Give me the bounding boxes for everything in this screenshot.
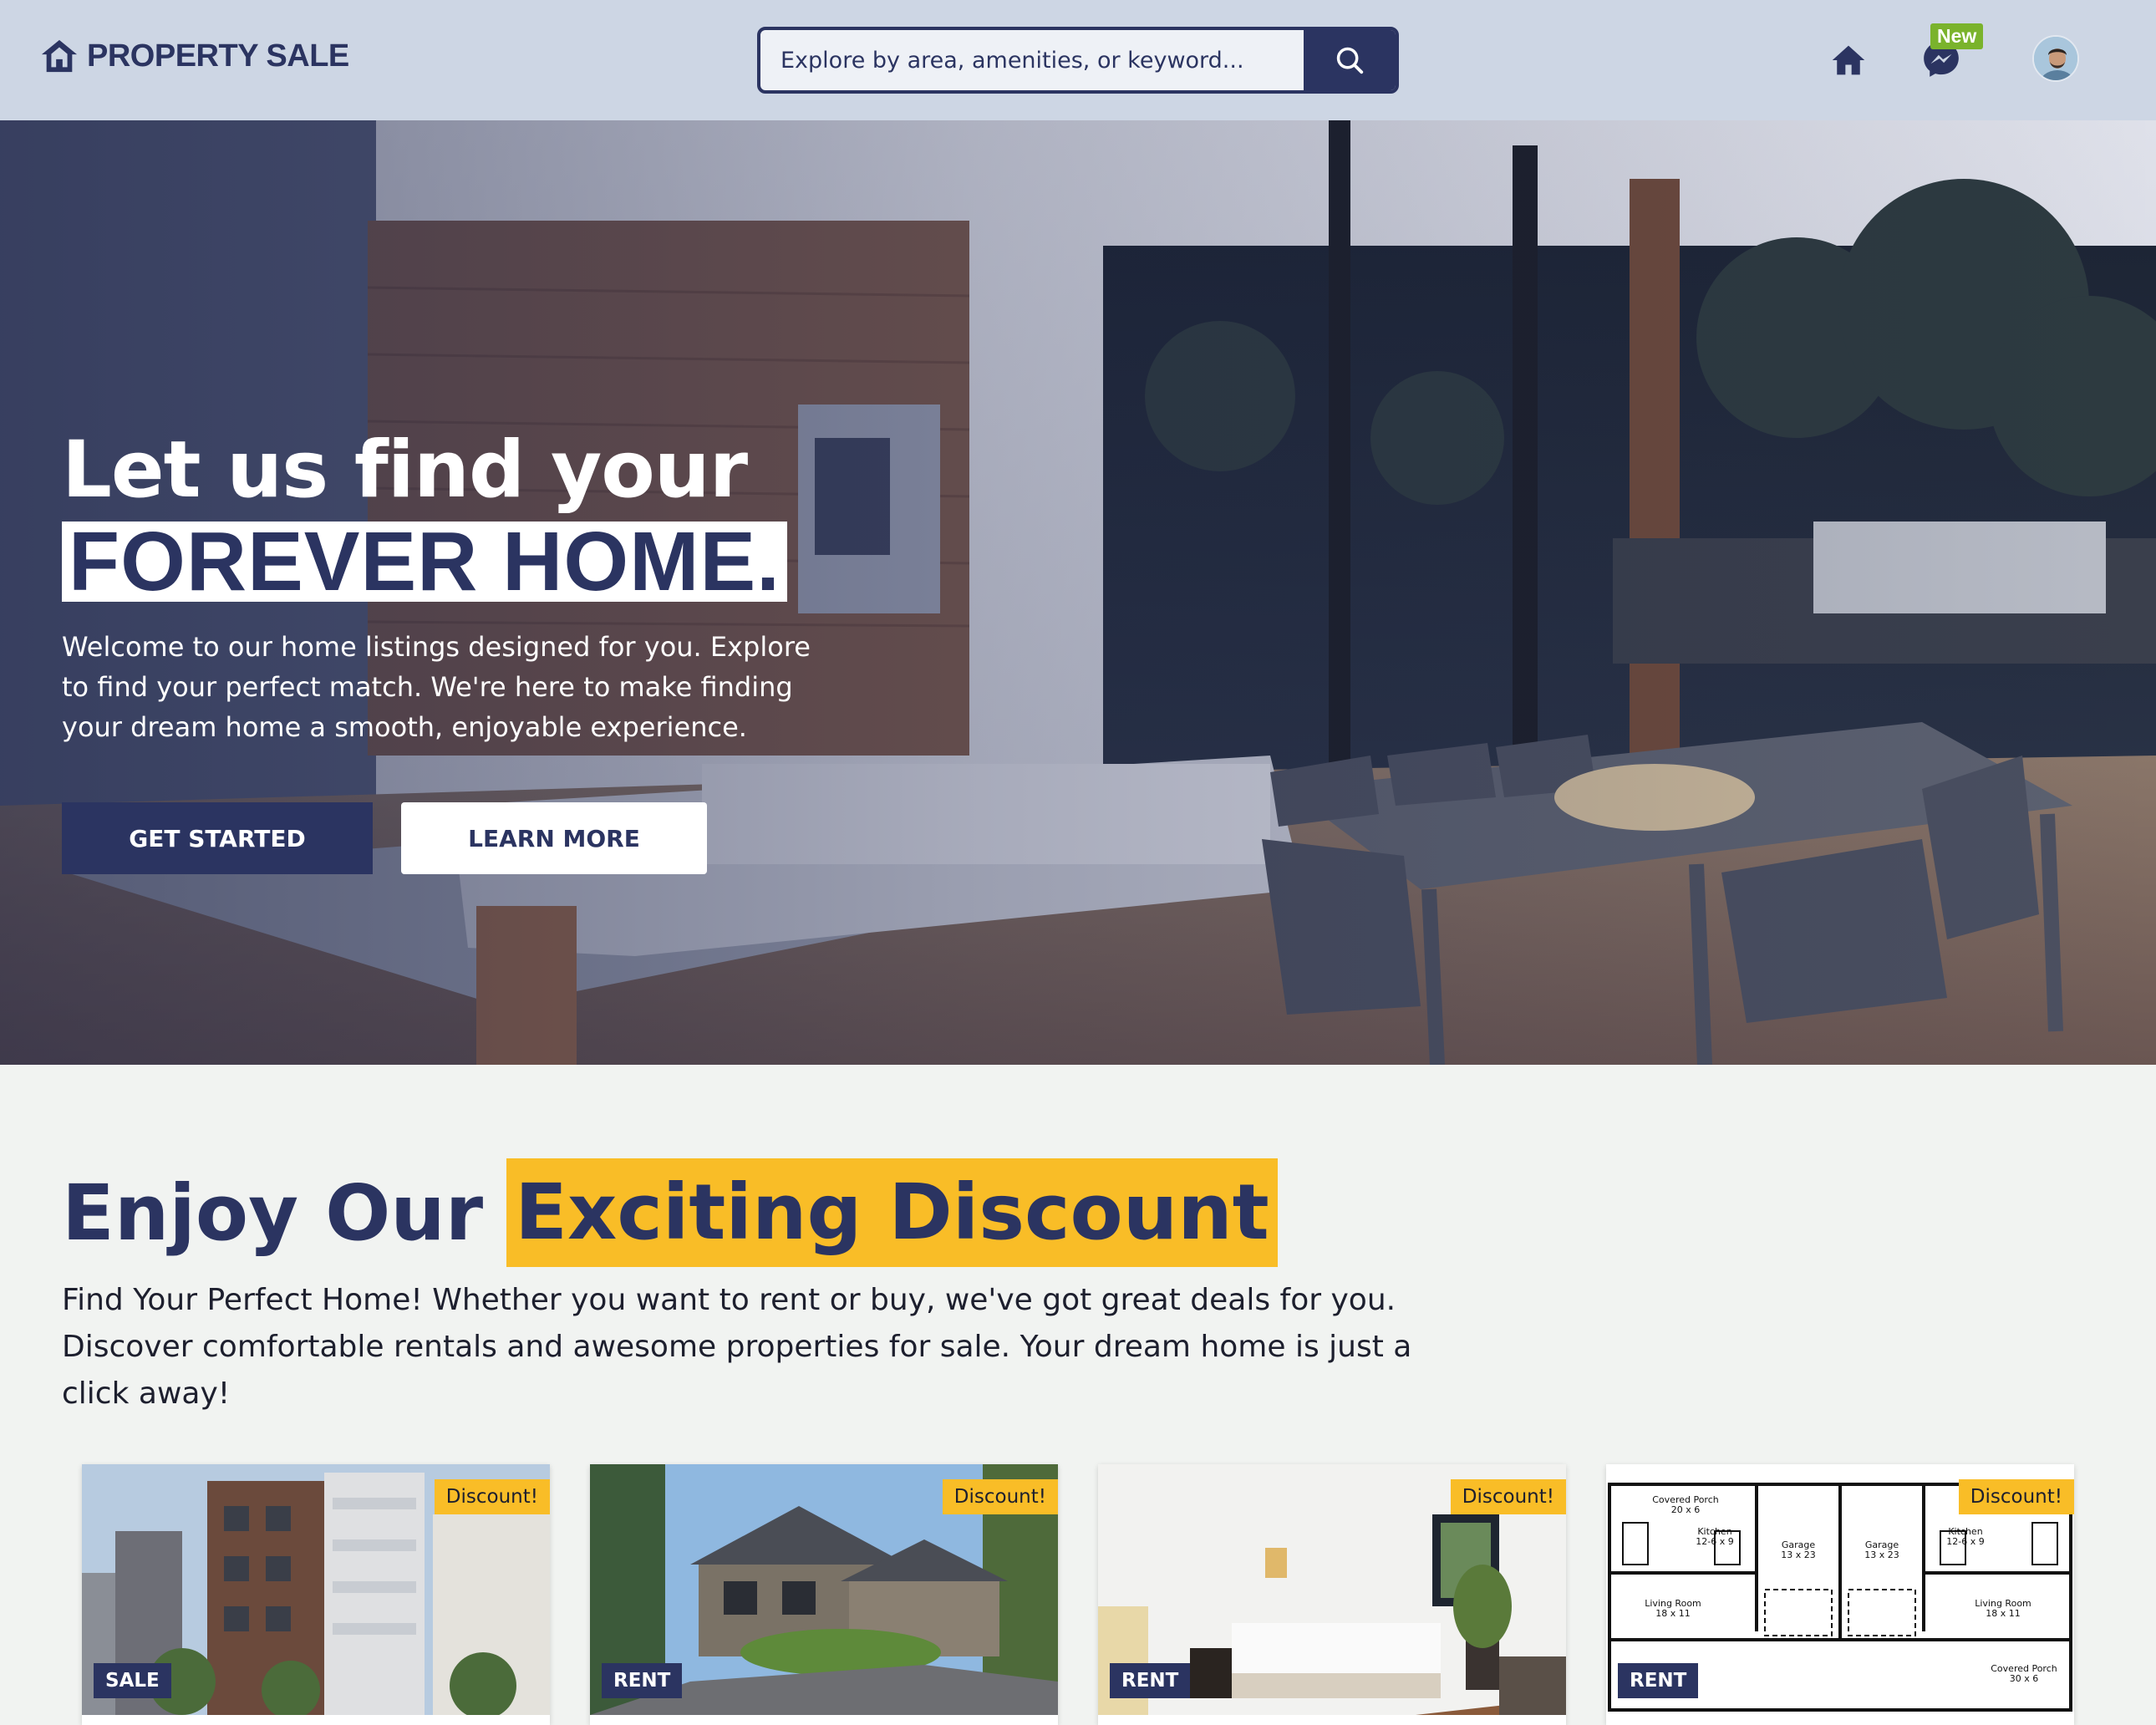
- user-avatar[interactable]: [2032, 35, 2079, 82]
- search-bar: [757, 27, 1399, 94]
- fp-kitchen-left-size: 12-6 x 9: [1696, 1536, 1733, 1547]
- fp-porch-top-size: 20 x 6: [1671, 1504, 1701, 1515]
- property-card[interactable]: Discount! SALE: [82, 1464, 550, 1725]
- fp-living-left-size: 18 x 11: [1655, 1608, 1691, 1619]
- search-button[interactable]: [1304, 30, 1396, 90]
- avatar-image: [2034, 37, 2077, 80]
- discount-badge: Discount!: [942, 1479, 1058, 1514]
- fp-porch-bottom-size: 30 x 6: [2010, 1673, 2039, 1684]
- discount-section-title: Enjoy Our Exciting Discount: [62, 1158, 1278, 1267]
- search-input[interactable]: [760, 30, 1304, 90]
- brand-logo[interactable]: PROPERTY SALE: [40, 37, 349, 75]
- learn-more-button[interactable]: LEARN MORE: [401, 802, 707, 874]
- home-logo-icon: [41, 39, 78, 73]
- listing-type-badge: RENT: [1618, 1663, 1699, 1698]
- listing-type-badge: RENT: [602, 1663, 683, 1698]
- search-icon: [1336, 47, 1364, 74]
- hero-description: Welcome to our home listings designed fo…: [62, 631, 811, 743]
- section-title-highlight: Exciting Discount: [506, 1158, 1278, 1267]
- new-badge: New: [1930, 23, 1984, 49]
- discount-section-description: Find Your Perfect Home! Whether you want…: [62, 1283, 1412, 1411]
- property-card[interactable]: Covered Porch 20 x 6 Garage 13 x 23 Gara…: [1606, 1464, 2074, 1725]
- discount-badge: Discount!: [1958, 1479, 2074, 1514]
- section-title-plain: Enjoy Our: [62, 1168, 484, 1258]
- brand-name: PROPERTY SALE: [87, 38, 349, 74]
- hero-section: Let us find your FOREVER HOME. Welcome t…: [0, 120, 2156, 1065]
- get-started-button[interactable]: GET STARTED: [62, 802, 373, 874]
- fp-garage-right-size: 13 x 23: [1864, 1549, 1899, 1560]
- hero-title-line1: Let us find your: [62, 425, 748, 516]
- property-card[interactable]: Discount! RENT: [590, 1464, 1058, 1725]
- property-card[interactable]: Discount! RENT: [1098, 1464, 1566, 1725]
- discount-cards-row: Discount! SALE Discount! RENT Discount! …: [82, 1464, 2074, 1725]
- discount-badge: Discount!: [1450, 1479, 1566, 1514]
- discount-badge: Discount!: [434, 1479, 550, 1514]
- fp-living-right-size: 18 x 11: [1986, 1608, 2021, 1619]
- home-icon[interactable]: [1829, 42, 1868, 79]
- listing-type-badge: SALE: [94, 1663, 171, 1698]
- top-navbar: PROPERTY SALE New: [0, 0, 2156, 120]
- fp-kitchen-right-size: 12-6 x 9: [1946, 1536, 1984, 1547]
- fp-garage-left-size: 13 x 23: [1781, 1549, 1816, 1560]
- hero-title-line2: FOREVER HOME.: [62, 520, 787, 603]
- listing-type-badge: RENT: [1110, 1663, 1191, 1698]
